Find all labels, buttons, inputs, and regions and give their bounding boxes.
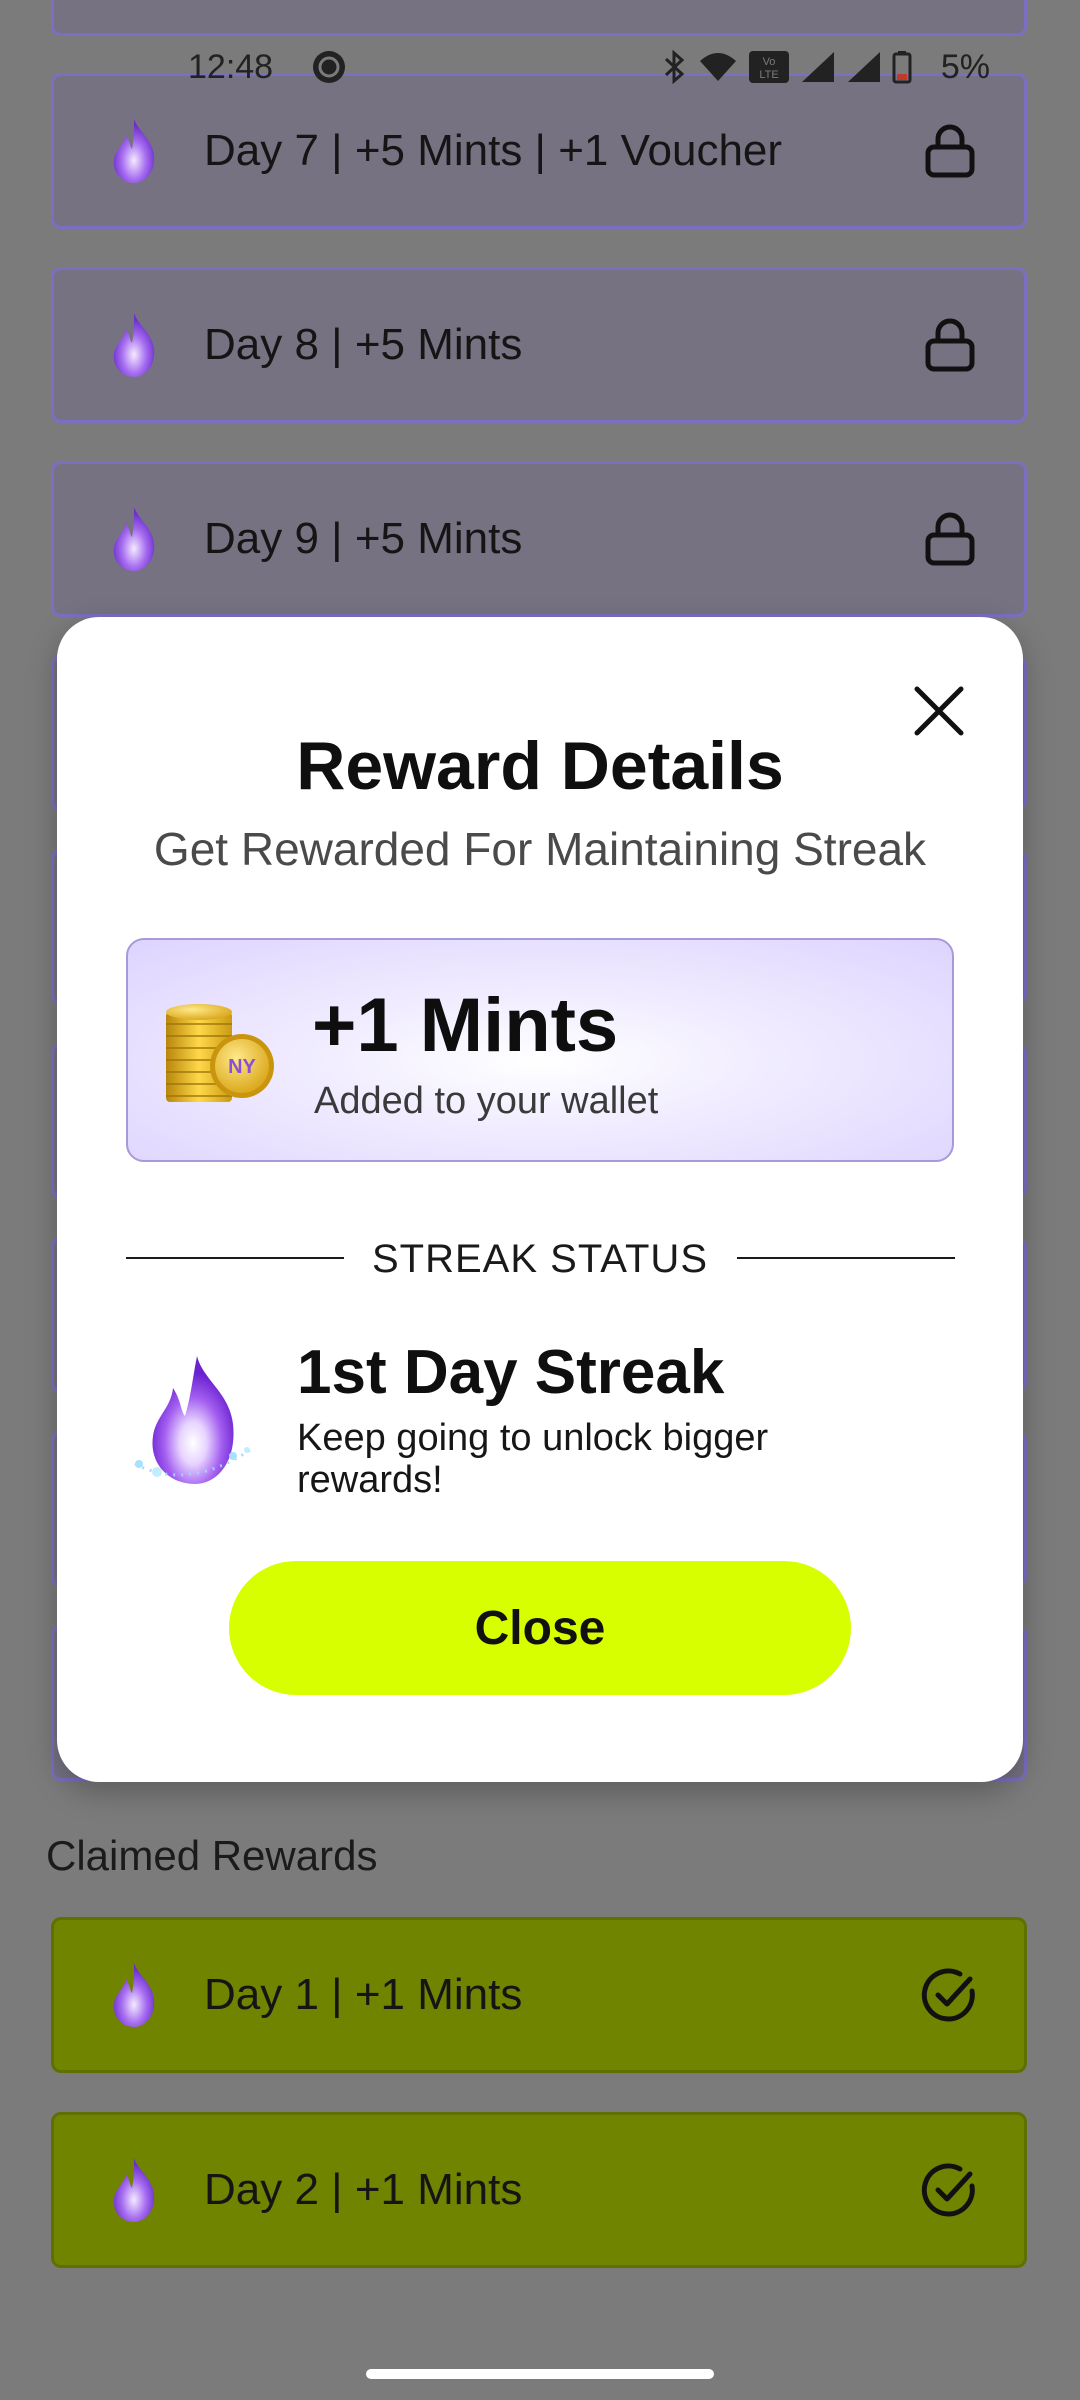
reward-card-label: Day 7 | +5 Mints | +1 Voucher (204, 126, 783, 175)
reward-card-day-2[interactable]: Day 2 | +1 Mints (51, 2112, 1027, 2268)
status-icons: Vo LTE (660, 50, 912, 84)
coin-badge: NY (228, 1056, 256, 1078)
streak-title: 1st Day Streak (297, 1338, 725, 1407)
flame-icon (113, 119, 155, 183)
check-circle-icon (921, 1968, 975, 2022)
lock-icon (925, 512, 975, 566)
reward-card-label: Day 1 | +1 Mints (204, 1970, 523, 2019)
reward-card-partial (51, 0, 1027, 36)
modal-subtitle: Get Rewarded For Maintaining Streak (153, 823, 927, 875)
volte-icon: Vo LTE (749, 51, 789, 83)
flame-icon (113, 507, 155, 571)
status-bar: 12:48 Vo LTE 5% (0, 40, 1080, 96)
battery-icon (892, 51, 912, 84)
flame-icon (113, 1963, 155, 2027)
reward-amount: +1 Mints (312, 983, 619, 1068)
bluetooth-icon (664, 50, 685, 84)
svg-text:Vo: Vo (763, 56, 776, 68)
home-indicator[interactable] (366, 2369, 714, 2379)
reward-card-day-8[interactable]: Day 8 | +5 Mints (51, 267, 1027, 423)
svg-text:LTE: LTE (759, 69, 778, 81)
lock-icon (925, 124, 975, 178)
reward-card-day-9[interactable]: Day 9 | +5 Mints (51, 461, 1027, 617)
reward-card-day-7[interactable]: Day 7 | +5 Mints | +1 Voucher (51, 73, 1027, 229)
reward-card-label: Day 8 | +5 Mints (204, 320, 523, 369)
signal-icon (848, 52, 880, 82)
lock-icon (925, 318, 975, 372)
status-time: 12:48 (188, 48, 274, 86)
check-circle-icon (921, 2163, 975, 2217)
reward-card-label: Day 2 | +1 Mints (204, 2165, 523, 2214)
divider-right (737, 1257, 955, 1259)
reward-card-day-1[interactable]: Day 1 | +1 Mints (51, 1917, 1027, 2073)
streak-description: Keep going to unlock bigger rewards! (297, 1417, 769, 1501)
claimed-rewards-heading: Claimed Rewards (46, 1832, 378, 1879)
reward-card-label: Day 9 | +5 Mints (204, 514, 523, 563)
flame-icon (113, 313, 155, 377)
signal-icon (802, 52, 834, 82)
flame-icon (113, 2158, 155, 2222)
close-button[interactable]: Close (229, 1561, 851, 1695)
screen: Day 7 | +5 Mints | +1 Voucher Day 8 | +5… (0, 0, 1080, 2400)
reward-details-modal: Reward Details Get Rewarded For Maintain… (57, 617, 1023, 1782)
reward-caption: Added to your wallet (314, 1080, 659, 1122)
battery-percent: 5% (940, 48, 990, 86)
modal-title: Reward Details (296, 728, 784, 804)
section-label: STREAK STATUS (371, 1237, 708, 1281)
wifi-icon (700, 53, 736, 81)
streak-flame-icon (134, 1356, 254, 1484)
reward-amount-card: NY +1 Mints Added to your wallet (126, 938, 954, 1162)
whatsapp-icon (313, 51, 345, 83)
coins-icon: NY (166, 1004, 274, 1102)
